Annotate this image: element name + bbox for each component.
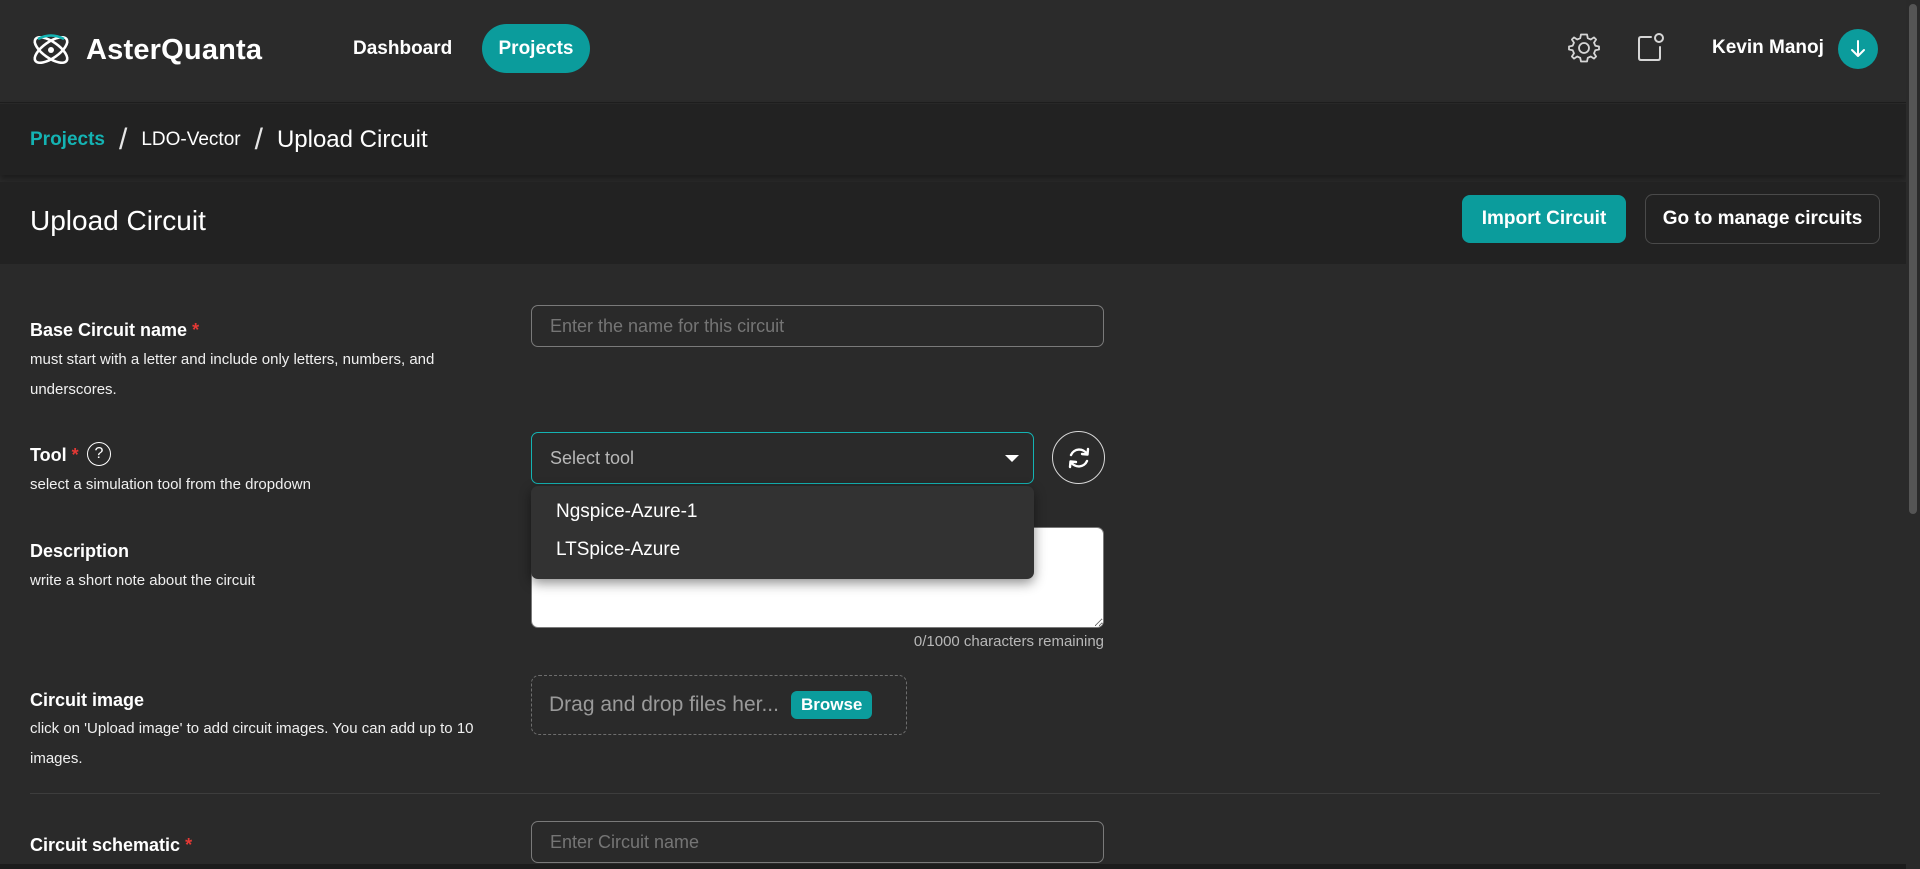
user-menu-button[interactable] [1838,29,1878,69]
breadcrumb-project[interactable]: LDO-Vector [141,129,240,151]
refresh-icon [1068,447,1089,468]
base-name-input[interactable] [531,305,1104,347]
atom-logo-icon [33,34,69,65]
breadcrumb-separator: / [118,123,128,156]
browse-button[interactable]: Browse [790,691,873,719]
breadcrumb: Projects / LDO-Vector / Upload Circuit [30,122,428,158]
base-name-label-text: Base Circuit name [30,320,188,340]
arrow-down-icon [1851,40,1865,57]
page-header: Upload Circuit Import Circuit Go to mana… [0,182,1906,264]
description-help: write a short note about the circuit [30,572,256,589]
tool-option[interactable]: Ngspice-Azure-1 [556,501,698,523]
gear-icon [1568,33,1600,63]
circuit-schematic-label-text: Circuit schematic [30,835,181,855]
description-label: Description [30,541,130,561]
tool-select-placeholder: Select tool [550,448,635,468]
circuit-schematic-label: Circuit schematic * [30,835,192,856]
breadcrumb-current: Upload Circuit [276,126,428,153]
tool-label: Tool * [30,445,79,466]
settings-button[interactable] [1566,30,1602,66]
section-divider [30,793,1880,794]
import-circuit-button[interactable]: Import Circuit [1462,195,1626,243]
nav-projects[interactable]: Projects [482,24,590,73]
refresh-tools-button[interactable] [1052,431,1105,484]
required-mark: * [185,835,193,855]
scrollbar-thumb[interactable] [1909,4,1917,514]
circuit-image-help: click on 'Upload image' to add circuit i… [30,720,474,767]
image-dropzone[interactable]: Drag and drop files her... Browse [531,675,907,735]
top-navbar: AsterQuanta Dashboard Projects Kevin Man… [0,0,1906,103]
base-name-label: Base Circuit name * [30,320,199,341]
circuit-schematic-input[interactable] [531,821,1104,863]
bell-notification-icon [1638,33,1664,61]
circuit-image-label: Circuit image [30,690,145,710]
breadcrumb-bar: Projects / LDO-Vector / Upload Circuit [0,104,1906,175]
tool-label-text: Tool [30,445,67,465]
help-icon[interactable]: ? [87,442,111,466]
user-name[interactable]: Kevin Manoj [1712,37,1824,59]
page-title: Upload Circuit [30,205,206,236]
app-name: AsterQuanta [86,33,263,66]
manage-circuits-button[interactable]: Go to manage circuits [1645,194,1880,244]
bottom-edge [0,864,1906,869]
base-name-help: must start with a letter and include onl… [30,351,435,398]
tool-select[interactable]: Select tool [531,432,1034,484]
dropzone-text: Drag and drop files her... [549,693,779,716]
required-mark: * [71,445,79,465]
char-count: 0/1000 characters remaining [913,633,1104,650]
tool-option[interactable]: LTSpice-Azure [556,539,680,561]
nav-dashboard[interactable]: Dashboard [343,24,462,73]
required-mark: * [192,320,200,340]
breadcrumb-projects[interactable]: Projects [30,129,105,151]
breadcrumb-separator: / [254,123,263,156]
logo[interactable]: AsterQuanta [28,27,262,73]
notifications-button[interactable] [1632,30,1668,66]
tool-dropdown-menu: Ngspice-Azure-1 LTSpice-Azure [531,486,1034,579]
tool-help: select a simulation tool from the dropdo… [30,476,311,493]
caret-down-icon [1005,455,1019,462]
